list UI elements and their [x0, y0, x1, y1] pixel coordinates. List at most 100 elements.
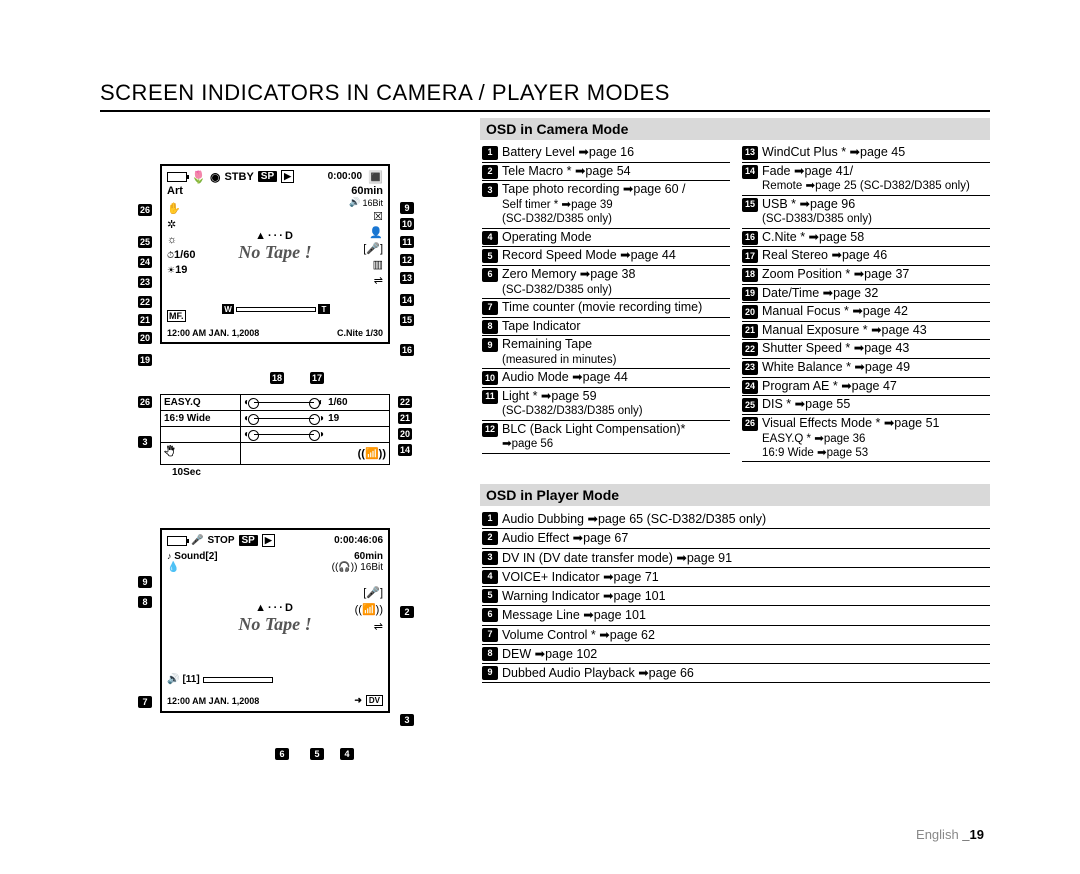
callout-23: 23: [138, 276, 152, 288]
message-line: No Tape !: [162, 614, 388, 635]
callout-18: 18: [270, 372, 284, 384]
callout-14: 14: [400, 294, 414, 306]
mini-callout-20: 20: [398, 428, 412, 440]
legend-item-5: 5Record Speed Mode ➡page 44: [482, 247, 730, 266]
legend-item-7: 7Volume Control * ➡page 62: [482, 626, 990, 645]
callout-20: 20: [138, 332, 152, 344]
pcallout-8: 8: [138, 596, 152, 608]
legend-text: Tape Indicator: [502, 319, 730, 335]
section-camera-band: OSD in Camera Mode: [480, 118, 990, 140]
callout-12: 12: [400, 254, 414, 266]
warning-indicator: ▲···D: [162, 602, 388, 614]
mini-callout-3: 3: [138, 436, 152, 448]
zoom-bar: W T: [222, 304, 330, 314]
legend-num: 18: [742, 268, 758, 282]
callout-9: 9: [400, 202, 414, 214]
legend-num: 6: [482, 608, 498, 622]
legend-item-7: 7 Time counter (movie recording time): [482, 299, 730, 318]
callout-16: 16: [400, 344, 414, 356]
legend-item-25: 25 DIS * ➡page 55: [742, 396, 990, 415]
legend-item-11: 11 Light * ➡page 59(SC-D382/D383/D385 onl…: [482, 388, 730, 421]
player-figure-column: 1 9 8 7 2 3 4 5 6 🎤 STOP SP ▶ 0:00:46:06…: [100, 510, 470, 768]
usb-icon: ⇌: [374, 274, 383, 287]
legend-item-8: 8 Tape Indicator: [482, 318, 730, 337]
legend-item-10: 10 Audio Mode ➡page 44: [482, 369, 730, 388]
legend-item-9: 9 Remaining Tape(measured in minutes): [482, 336, 730, 369]
legend-text: BLC (Back Light Compensation)*➡page 56: [502, 422, 730, 452]
legend-text: WindCut Plus * ➡page 45: [762, 145, 990, 161]
legend-text: Tele Macro * ➡page 54: [502, 164, 730, 180]
dubbed-audio-playback: ♪ Sound[2]: [167, 551, 218, 562]
zero-memory-icon: ▶: [281, 170, 294, 183]
mini-settings-panel: EASY.Q◐◐1/60 16:9 Wide◐◑19 ◐◑ 🖑((📶)): [160, 394, 390, 465]
legend-num: 9: [482, 666, 498, 680]
pcallout-4: 4: [340, 748, 354, 760]
legend-num: 4: [482, 570, 498, 584]
legend-item-26: 26Visual Effects Mode * ➡page 51EASY.Q *…: [742, 415, 990, 462]
camera-legend-left: 1Battery Level ➡page 162Tele Macro * ➡pa…: [482, 144, 730, 478]
legend-text: Remaining Tape(measured in minutes): [502, 337, 730, 367]
tape-icon: 🔳: [368, 171, 383, 183]
datetime: 12:00 AM JAN. 1,2008: [167, 328, 259, 338]
camera-screen-wrap: 1 2 3 4 5 6 7 8 9 10 11 12 13 14 15 16 1…: [100, 164, 440, 394]
legend-item-3: 3DV IN (DV date transfer mode) ➡page 91: [482, 549, 990, 568]
legend-text: USB * ➡page 96(SC-D383/D385 only): [762, 197, 990, 227]
audio-effect-icon: ((🎧)): [332, 562, 358, 573]
mini-callout-14: 14: [398, 444, 412, 456]
legend-text: Date/Time ➡page 32: [762, 286, 990, 302]
legend-text: Volume Control * ➡page 62: [502, 627, 990, 643]
camera-legend-right: 13WindCut Plus * ➡page 4514Fade ➡page 41…: [742, 144, 990, 478]
legend-text: Zoom Position * ➡page 37: [762, 267, 990, 283]
legend-num: 11: [482, 390, 498, 404]
easyq-label: EASY.Q: [161, 395, 241, 410]
callout-13: 13: [400, 272, 414, 284]
battery-icon: [167, 172, 187, 182]
pcallout-6: 6: [275, 748, 289, 760]
legend-item-16: 16C.Nite * ➡page 58: [742, 229, 990, 248]
legend-text: Zero Memory ➡page 38(SC-D382/D385 only): [502, 267, 730, 297]
player-osd-screen: 🎤 STOP SP ▶ 0:00:46:06 ♪ Sound[2] 60min …: [160, 528, 390, 713]
dew-icon: 💧: [167, 562, 179, 573]
legend-item-14: 14Fade ➡page 41/Remote ➡page 25 (SC-D382…: [742, 163, 990, 196]
legend-num: 8: [482, 320, 498, 334]
cnite: C.Nite 1/30: [337, 328, 383, 338]
legend-item-22: 22Shutter Speed * ➡page 43: [742, 340, 990, 359]
mini-callout-21: 21: [398, 412, 412, 424]
legend-text: DIS * ➡page 55: [762, 397, 990, 413]
message-line: No Tape !: [162, 242, 388, 263]
dubbing-icon: 🎤: [191, 535, 203, 546]
callout-26: 26: [138, 204, 152, 216]
legend-num: 17: [742, 249, 758, 263]
legend-num: 7: [482, 301, 498, 315]
legend-item-12: 12BLC (Back Light Compensation)*➡page 56: [482, 421, 730, 454]
mini-callout-26: 26: [138, 396, 152, 408]
pcallout-5: 5: [310, 748, 324, 760]
player-legend: 1Audio Dubbing ➡page 65 (SC-D382/D385 on…: [482, 510, 990, 768]
legend-num: 25: [742, 398, 758, 412]
legend-item-13: 13WindCut Plus * ➡page 45: [742, 144, 990, 163]
operating-mode: STBY: [224, 171, 253, 183]
legend-text: Audio Dubbing ➡page 65 (SC-D382/D385 onl…: [502, 511, 990, 527]
player-row: 1 9 8 7 2 3 4 5 6 🎤 STOP SP ▶ 0:00:46:06…: [100, 510, 990, 768]
mini-shutter: 1/60: [328, 397, 347, 408]
mini-exposure: 19: [328, 413, 339, 424]
legend-text: Light * ➡page 59(SC-D382/D383/D385 only): [502, 389, 730, 419]
remaining-tape: 60min: [354, 551, 383, 562]
legend-text: Audio Mode ➡page 44: [502, 370, 730, 386]
speaker-icon: 🔊: [349, 197, 360, 208]
legend-text: Visual Effects Mode * ➡page 51EASY.Q * ➡…: [762, 416, 990, 460]
legend-num: 20: [742, 305, 758, 319]
legend-num: 10: [482, 371, 498, 385]
legend-num: 23: [742, 361, 758, 375]
callout-10: 10: [400, 218, 414, 230]
battery-icon: [167, 536, 187, 546]
legend-num: 9: [482, 338, 498, 352]
camera-row: 1 2 3 4 5 6 7 8 9 10 11 12 13 14 15 16 1…: [100, 144, 990, 478]
legend-item-1: 1Battery Level ➡page 16: [482, 144, 730, 163]
callout-17: 17: [310, 372, 324, 384]
legend-num: 4: [482, 231, 498, 245]
legend-text: DEW ➡page 102: [502, 646, 990, 662]
legend-text: Message Line ➡page 101: [502, 607, 990, 623]
legend-text: Time counter (movie recording time): [502, 300, 730, 316]
legend-num: 15: [742, 198, 758, 212]
